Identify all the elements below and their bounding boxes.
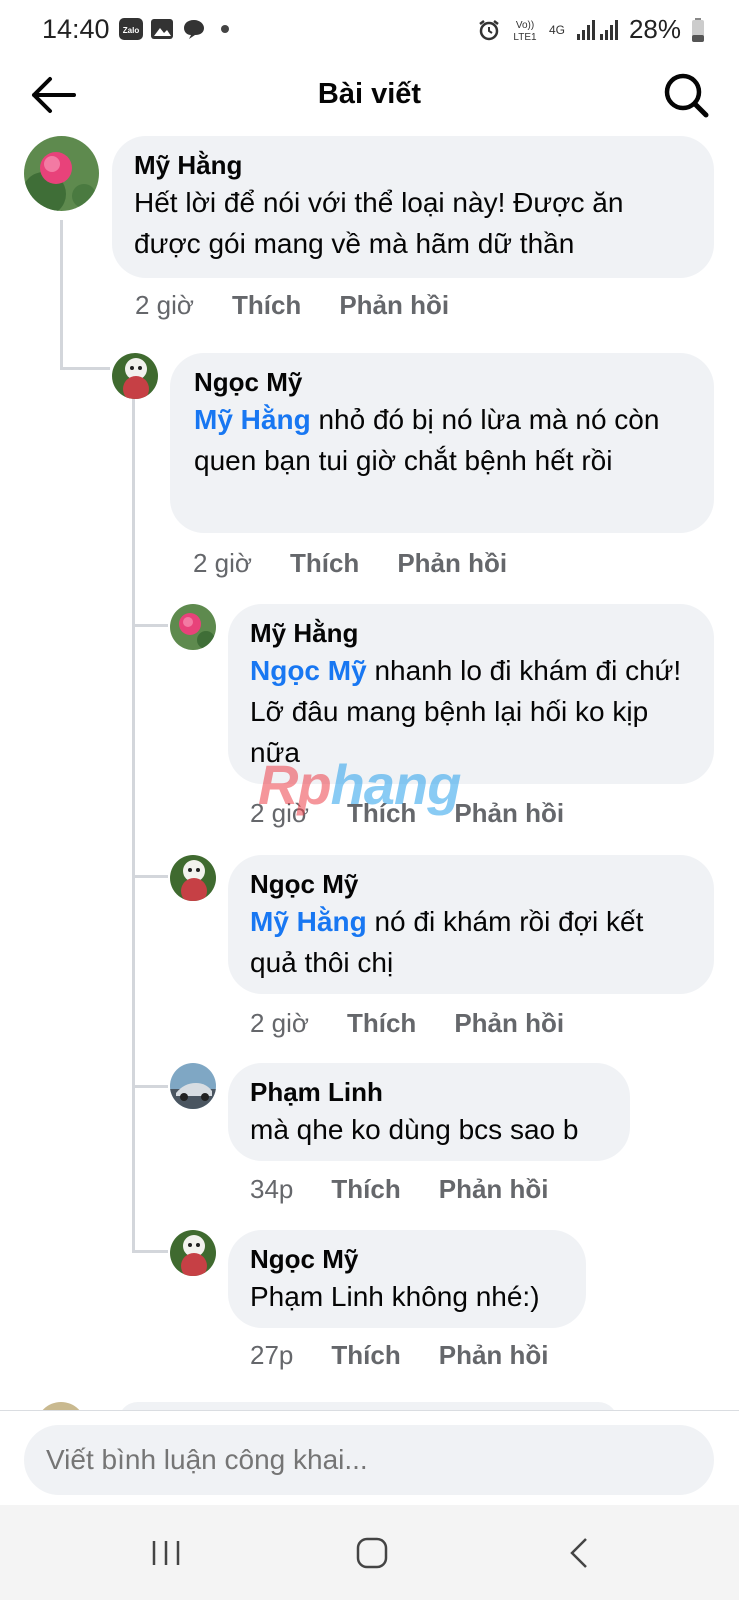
comment-author[interactable]: Mỹ Hằng [134, 148, 692, 182]
reply-button[interactable]: Phản hồi [439, 1340, 549, 1371]
like-button[interactable]: Thích [347, 1008, 416, 1039]
comment-bubble[interactable]: Ngọc Mỹ Phạm Linh không nhé:) [228, 1230, 586, 1328]
message-icon [184, 20, 204, 39]
battery-icon [692, 17, 704, 42]
thread-line [60, 220, 63, 370]
comment-actions: 27p Thích Phản hồi [250, 1340, 587, 1371]
comment-author[interactable]: Ngọc Mỹ [250, 1242, 564, 1276]
car-avatar-icon [170, 1063, 216, 1109]
watermark-part-1: Rp [258, 753, 332, 816]
comment-text: mà qhe ko dùng bcs sao b [250, 1114, 579, 1145]
dot-icon [221, 25, 229, 33]
mention-link[interactable]: Ngọc Mỹ [250, 655, 367, 686]
comment-actions: 2 giờ Thích Phản hồi [250, 1008, 602, 1039]
mention-link[interactable]: Mỹ Hằng [250, 906, 367, 937]
top-app-bar: Bài viết [0, 62, 739, 128]
comment-text: Phạm Linh không nhé:) [250, 1281, 540, 1312]
comment-time: 2 giờ [250, 1008, 309, 1038]
comment-text: Mỹ Hằng nó đi khám rồi đợi kết quả thôi … [250, 901, 692, 983]
comment-bubble[interactable]: Ngọc Mỹ Mỹ Hằng nó đi khám rồi đợi kết q… [228, 855, 714, 994]
comment-time: 27p [250, 1340, 294, 1370]
comment-time: 2 giờ [135, 290, 194, 320]
plush-avatar-icon [170, 855, 216, 901]
reply-button[interactable]: Phản hồi [397, 548, 507, 579]
page-title: Bài viết [317, 78, 422, 110]
comment-author[interactable]: Mỹ Hằng [250, 616, 692, 650]
gallery-icon [151, 19, 173, 39]
thread-line [132, 395, 135, 1253]
comment-time: 2 giờ [193, 548, 252, 578]
svg-text:Zalo: Zalo [123, 26, 140, 35]
signal-icon [576, 19, 618, 40]
svg-text:LTE1: LTE1 [513, 32, 537, 43]
alarm-icon [479, 19, 499, 40]
avatar[interactable] [170, 855, 216, 901]
zalo-icon: Zalo [119, 18, 143, 40]
avatar[interactable] [170, 1230, 216, 1276]
nav-back-icon[interactable] [560, 1533, 600, 1573]
thread-line [60, 367, 110, 370]
avatar[interactable] [170, 1063, 216, 1109]
search-icon[interactable] [663, 72, 709, 118]
like-button[interactable]: Thích [331, 1340, 400, 1371]
comment-text: Mỹ Hằng nhỏ đó bị nó lừa mà nó còn quen … [194, 399, 690, 481]
watermark-part-2: hang [330, 753, 462, 816]
reply-button[interactable]: Phản hồi [339, 290, 449, 321]
reply-button[interactable]: Phản hồi [454, 798, 564, 829]
reply-button[interactable]: Phản hồi [439, 1174, 549, 1205]
network-type: 4G [548, 22, 565, 37]
comment-author[interactable]: Phạm Linh [250, 1075, 608, 1109]
plush-avatar-icon [112, 353, 158, 399]
avatar[interactable] [24, 136, 99, 211]
lotus-avatar-icon [170, 604, 216, 650]
battery-percent: 28% [628, 14, 681, 44]
system-navigation-bar [0, 1505, 739, 1600]
mention-link[interactable]: Mỹ Hằng [194, 404, 311, 435]
thread-line [132, 1250, 168, 1253]
volte-icon: Vo)) LTE1 [513, 20, 537, 43]
comment-bubble[interactable]: Mỹ Hằng Hết lời để nói với thể loại này!… [112, 136, 714, 278]
thread-line [132, 875, 168, 878]
comment-author[interactable]: Ngọc Mỹ [250, 867, 692, 901]
comment-author[interactable]: Ngọc Mỹ [194, 365, 690, 399]
status-time: 14:40 [42, 14, 110, 44]
comment-input[interactable] [24, 1425, 714, 1495]
comment-actions: 2 giờ Thích Phản hồi [193, 548, 545, 579]
reply-button[interactable]: Phản hồi [454, 1008, 564, 1039]
recent-apps-icon[interactable] [146, 1533, 186, 1573]
avatar[interactable] [170, 604, 216, 650]
status-right: Vo)) LTE1 4G 28% [477, 14, 705, 45]
comment-actions: 2 giờ Thích Phản hồi [135, 290, 487, 321]
avatar[interactable] [112, 353, 158, 399]
comment-bubble[interactable]: Phạm Linh mà qhe ko dùng bcs sao b [228, 1063, 630, 1161]
svg-text:Vo)): Vo)) [516, 20, 534, 31]
like-button[interactable]: Thích [290, 548, 359, 579]
comment-bubble[interactable]: Ngọc Mỹ Mỹ Hằng nhỏ đó bị nó lừa mà nó c… [170, 353, 714, 533]
comment-actions: 34p Thích Phản hồi [250, 1174, 587, 1205]
thread-line [132, 1085, 168, 1088]
watermark-logo: Rphang [258, 752, 462, 817]
home-icon[interactable] [352, 1533, 392, 1573]
like-button[interactable]: Thích [232, 290, 301, 321]
plush-avatar-icon [170, 1230, 216, 1276]
lotus-avatar-icon [24, 136, 99, 211]
comment-text: Hết lời để nói với thể loại này! Được ăn… [134, 187, 624, 259]
thread-line [132, 624, 168, 627]
status-bar: 14:40 Zalo Vo)) LTE1 4G 28% [0, 0, 739, 60]
like-button[interactable]: Thích [331, 1174, 400, 1205]
comment-composer [0, 1410, 739, 1506]
comment-time: 34p [250, 1174, 294, 1204]
